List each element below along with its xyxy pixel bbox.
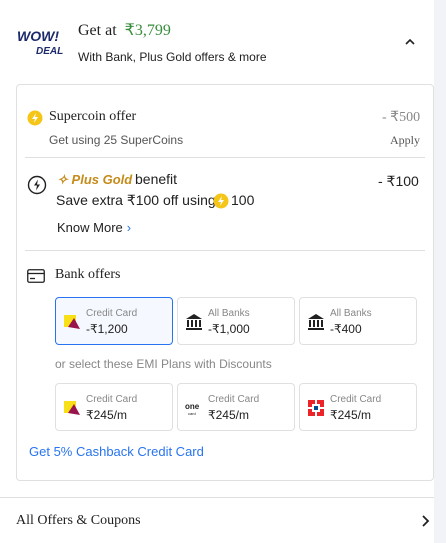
- bank-offer-tile[interactable]: All Banks -₹400: [299, 297, 417, 345]
- card-icon: [27, 269, 45, 283]
- get-at-label: Get at: [78, 22, 117, 39]
- plus-gold-brand: ✧ Plus Gold: [57, 172, 132, 188]
- know-more-label: Know More: [57, 220, 123, 235]
- supercoin-icon: [213, 193, 229, 209]
- bank-offer-tile[interactable]: Credit Card -₹1,200: [55, 297, 173, 345]
- plus-gold-save-text: Save extra ₹100 off using: [56, 192, 216, 208]
- tile-label: Credit Card: [86, 394, 138, 405]
- onecard-icon: one card: [185, 402, 200, 416]
- chevron-up-icon[interactable]: [402, 34, 418, 50]
- tile-label: All Banks: [208, 308, 250, 319]
- deal-price-line: Get at ₹3,799: [78, 20, 171, 40]
- tile-value: ₹245/m: [330, 408, 371, 422]
- header-subtitle: With Bank, Plus Gold offers & more: [78, 50, 267, 64]
- tile-label: Credit Card: [208, 394, 260, 405]
- divider: [25, 250, 425, 251]
- offers-box: Supercoin offer - ₹500 Get using 25 Supe…: [16, 84, 434, 481]
- offers-card: WOW! DEAL Get at ₹3,799 With Bank, Plus …: [0, 0, 434, 543]
- flipkart-axis-icon: [64, 401, 80, 415]
- wow-deal-header[interactable]: WOW! DEAL Get at ₹3,799 With Bank, Plus …: [0, 0, 434, 84]
- plus-gold-benefit: benefit: [135, 171, 178, 187]
- plus-gold-label: Plus Gold: [71, 172, 133, 187]
- supercoin-title: Supercoin offer: [49, 109, 137, 124]
- lightning-circle-icon: [27, 175, 47, 195]
- bank-icon: [186, 314, 202, 330]
- emi-caption: or select these EMI Plans with Discounts: [55, 357, 272, 371]
- flipkart-axis-icon: [64, 315, 80, 329]
- wow-deal-logo: WOW! DEAL: [17, 28, 63, 57]
- plus-gold-coin-amount: 100: [231, 192, 255, 208]
- svg-text:card: card: [188, 411, 196, 416]
- all-offers-coupons-row[interactable]: All Offers & Coupons: [0, 497, 434, 543]
- bank-offers-title: Bank offers: [55, 267, 121, 282]
- deal-logo-text: DEAL: [36, 46, 63, 57]
- plus-gold-star-icon: ✧: [57, 172, 68, 187]
- tile-label: Credit Card: [330, 394, 382, 405]
- tile-label: Credit Card: [86, 308, 138, 319]
- deal-price: ₹3,799: [124, 22, 171, 39]
- divider: [25, 157, 425, 158]
- supercoin-subtitle: Get using 25 SuperCoins: [49, 133, 184, 147]
- plus-gold-value: - ₹100: [378, 173, 419, 189]
- tile-value: -₹1,200: [86, 322, 128, 336]
- emi-plan-tile[interactable]: Credit Card ₹245/m: [299, 383, 417, 431]
- svg-text:one: one: [185, 402, 200, 411]
- tile-value: -₹400: [330, 322, 362, 336]
- cashback-credit-card-link[interactable]: Get 5% Cashback Credit Card: [29, 444, 204, 459]
- emi-plan-tile[interactable]: one card Credit Card ₹245/m: [177, 383, 295, 431]
- tile-value: ₹245/m: [208, 408, 249, 422]
- tile-value: ₹245/m: [86, 408, 127, 422]
- emi-plan-tile[interactable]: Credit Card ₹245/m: [55, 383, 173, 431]
- tile-value: -₹1,000: [208, 322, 250, 336]
- wow-logo-text: WOW!: [17, 28, 59, 44]
- all-offers-label: All Offers & Coupons: [16, 513, 141, 528]
- know-more-link[interactable]: Know More ›: [57, 220, 131, 235]
- bank-offer-tile[interactable]: All Banks -₹1,000: [177, 297, 295, 345]
- tile-label: All Banks: [330, 308, 372, 319]
- chevron-right-icon: ›: [126, 220, 132, 235]
- supercoin-value: - ₹500: [382, 110, 421, 125]
- supercoin-icon: [27, 110, 43, 126]
- hdfc-icon: [308, 400, 324, 416]
- chevron-right-icon: [422, 515, 430, 527]
- bank-icon: [308, 314, 324, 330]
- supercoin-apply-button[interactable]: Apply: [390, 133, 420, 148]
